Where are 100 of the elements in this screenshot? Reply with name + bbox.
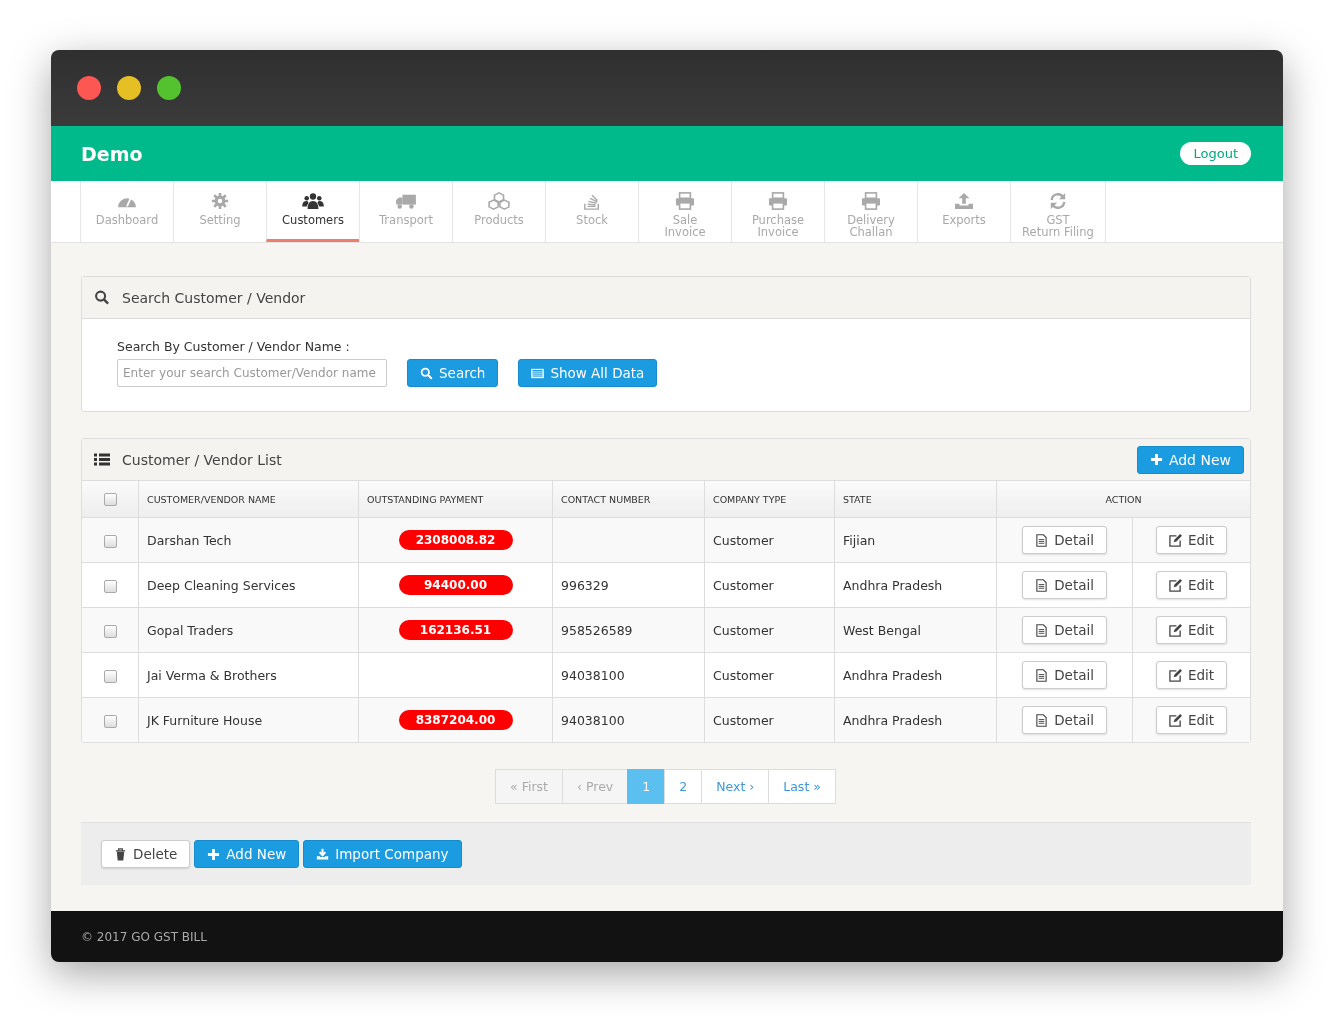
column-header: ACTION [1105,493,1142,505]
table-cell: Customer [713,532,774,548]
table-cell: Gopal Traders [147,622,234,638]
nav-tab[interactable]: Transport [359,181,452,242]
plus-icon [1149,453,1163,466]
nav-tab[interactable]: Stock [545,181,638,242]
table-cell: 94038100 [561,712,625,728]
pagination-link[interactable]: 1 [627,769,666,804]
table-cell: 996329 [561,577,609,593]
search-icon [94,290,110,305]
users-icon [302,192,324,210]
column-header: CUSTOMER/VENDOR NAME [147,493,276,505]
nav-tab[interactable]: Exports [917,181,1010,242]
pagination-link[interactable]: 2 [664,769,703,804]
printer-icon [674,192,696,210]
row-checkbox[interactable] [103,579,117,593]
search-button[interactable]: Search [407,359,499,387]
payment-badge: 94400.00 [398,575,513,595]
trash-icon [114,847,127,861]
row-checkbox[interactable] [103,714,117,728]
table-cell: Jai Verma & Brothers [147,667,277,683]
nav-tab[interactable]: Dashboard [80,181,173,242]
row-checkbox[interactable] [103,534,117,548]
show-all-data-button[interactable]: Show All Data [518,359,658,387]
table-icon [531,366,545,380]
download-icon [316,847,330,861]
nav-tab[interactable]: Delivery Challan [824,181,917,242]
truck-icon [395,192,417,210]
nav-tab[interactable]: Setting [173,181,266,242]
edit-button[interactable]: Edit [1156,571,1228,599]
pagination-link[interactable]: Last » [768,769,836,804]
document-icon [1035,623,1049,637]
nav-tab[interactable]: Sale Invoice [638,181,731,242]
column-header: OUTSTANDING PAYMENT [367,493,484,505]
document-icon [1035,533,1049,547]
detail-button[interactable]: Detail [1022,706,1107,734]
table-cell: Deep Cleaning Services [147,577,296,593]
detail-button[interactable]: Detail [1022,661,1107,689]
close-window-button[interactable] [77,76,101,100]
edit-button[interactable]: Edit [1156,706,1228,734]
nav-tab[interactable]: Purchase Invoice [731,181,824,242]
detail-button[interactable]: Detail [1022,571,1107,599]
logout-button[interactable]: Logout [1180,142,1251,165]
column-header: STATE [843,493,872,505]
table-cell: Customer [713,712,774,728]
list-icon [94,452,110,467]
document-icon [1035,578,1049,592]
table-cell: Customer [713,577,774,593]
table-cell: 958526589 [561,622,633,638]
document-icon [1035,713,1049,727]
delete-button[interactable]: Delete [101,840,191,868]
upload-icon [953,192,975,210]
table-cell: Customer [713,667,774,683]
printer-icon [860,192,882,210]
nav-tab[interactable]: GST Return Filing [1010,181,1106,242]
edit-icon [1169,668,1182,682]
payment-badge: 162136.51 [398,620,513,640]
printer-icon [767,192,789,210]
search-icon [420,366,433,380]
add-new-button[interactable]: Add New [194,840,300,868]
edit-icon [1169,623,1182,637]
add-new-button[interactable]: Add New [1136,445,1244,474]
table-cell: Andhra Pradesh [843,667,943,683]
search-field[interactable]: Enter your search Customer/Vendor name [117,359,387,387]
table-cell: Andhra Pradesh [843,577,943,593]
table-cell: 94038100 [561,667,625,683]
table-cell: Fijian [843,532,876,548]
search-label: Search By Customer / Vendor Name : [117,339,351,354]
import-company-button[interactable]: Import Company [303,840,462,868]
gear-icon [209,192,231,210]
row-checkbox[interactable] [103,624,117,638]
panel-title: Customer / Vendor List [122,451,282,468]
pagination-link[interactable]: Next › [701,769,770,804]
table-cell: Customer [713,622,774,638]
document-icon [1035,668,1049,682]
table-cell: Andhra Pradesh [843,712,943,728]
table-cell: JK Furniture House [147,712,263,728]
edit-button[interactable]: Edit [1156,661,1228,689]
plus-icon [207,847,221,861]
column-header: COMPANY TYPE [713,493,787,505]
app-title: Demo [81,142,143,165]
edit-icon [1169,713,1182,727]
payment-badge: 2308008.82 [398,530,513,550]
copyright-text: © 2017 GO GST BILL [81,929,207,944]
panel-title: Search Customer / Vendor [122,289,306,306]
row-checkbox[interactable] [103,669,117,683]
detail-button[interactable]: Detail [1022,616,1107,644]
nav-tab[interactable]: Products [452,181,545,242]
detail-button[interactable]: Detail [1022,526,1107,554]
edit-button[interactable]: Edit [1156,616,1228,644]
nav-tab[interactable]: Customers [266,181,359,242]
payment-badge: 8387204.00 [398,710,513,730]
select-all-checkbox[interactable] [103,492,117,506]
minimize-window-button[interactable] [117,76,141,100]
table-cell: Darshan Tech [147,532,232,548]
edit-icon [1169,578,1182,592]
maximize-window-button[interactable] [157,76,181,100]
column-header: CONTACT NUMBER [561,493,651,505]
table-cell: West Bengal [843,622,921,638]
edit-button[interactable]: Edit [1156,526,1228,554]
